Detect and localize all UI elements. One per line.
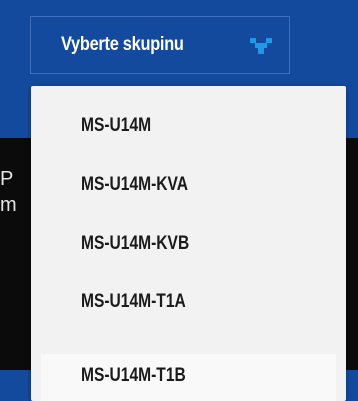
dropdown-item-ms-u14m[interactable]: MS-U14M <box>41 98 336 154</box>
dropdown-item-label: MS-U14M-KVA <box>81 174 189 195</box>
backdrop-text: P m <box>0 166 17 218</box>
dropdown-item-label: MS-U14M <box>81 115 152 136</box>
dropdown-item-label: MS-U14M-T1A <box>81 291 186 312</box>
dropdown-item-label: MS-U14M-KVB <box>81 233 190 254</box>
group-icon <box>250 38 272 54</box>
backdrop-text-line2: m <box>0 194 17 216</box>
dropdown-item-ms-u14m-t1a[interactable]: MS-U14M-T1A <box>41 274 336 330</box>
dropdown-item-label: MS-U14M-T1B <box>81 365 186 386</box>
dropdown-item-ms-u14m-t1b[interactable]: MS-U14M-T1B <box>41 354 336 401</box>
group-select-button[interactable]: Vyberte skupinu <box>30 16 290 74</box>
group-dropdown-menu: MS-U14M MS-U14M-KVA MS-U14M-KVB MS-U14M-… <box>31 86 346 401</box>
dropdown-item-ms-u14m-kva[interactable]: MS-U14M-KVA <box>41 157 336 213</box>
backdrop-text-line1: P <box>0 168 14 190</box>
dropdown-item-ms-u14m-kvb[interactable]: MS-U14M-KVB <box>41 216 336 272</box>
group-select-label: Vyberte skupinu <box>61 34 184 55</box>
